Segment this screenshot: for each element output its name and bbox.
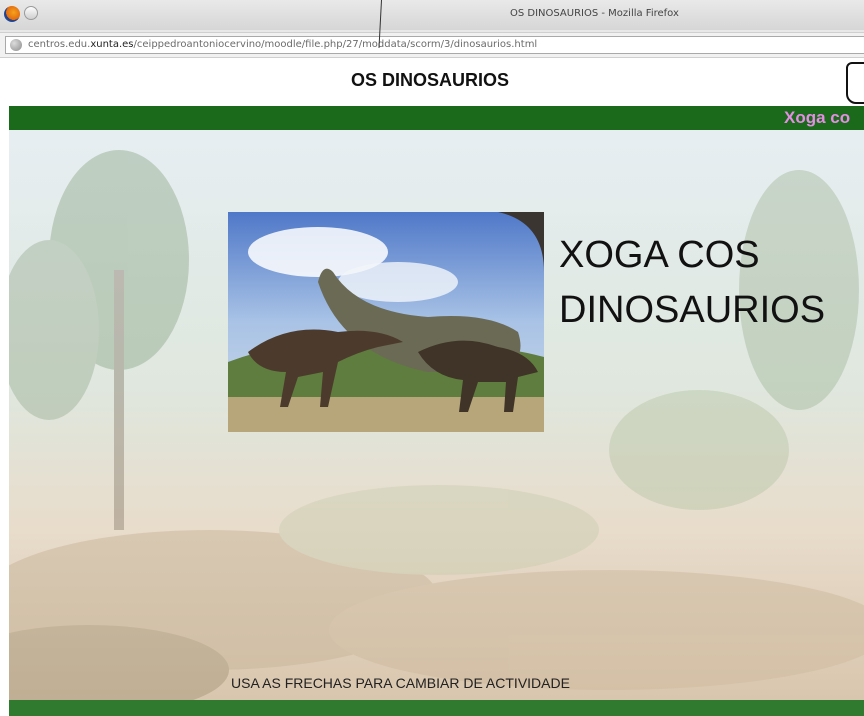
page-header: OS DINOSAURIOS bbox=[0, 58, 864, 104]
window-titlebar: OS DINOSAURIOS - Mozilla Firefox bbox=[0, 0, 864, 30]
firefox-logo-icon[interactable] bbox=[4, 6, 20, 22]
navigation-instruction: USA AS FRECHAS PARA CAMBIAR DE ACTIVIDAD… bbox=[231, 675, 570, 691]
url-text[interactable]: centros.edu.xunta.es/ceippedroantoniocer… bbox=[28, 39, 537, 50]
url-field[interactable]: centros.edu.xunta.es/ceippedroantoniocer… bbox=[5, 36, 864, 54]
dinosaur-image bbox=[228, 212, 544, 432]
game-title: XOGA COS DINOSAURIOS bbox=[559, 228, 825, 338]
bottom-bar bbox=[9, 700, 864, 716]
globe-icon bbox=[10, 39, 22, 51]
window-minimize-button[interactable] bbox=[24, 6, 38, 20]
game-title-line2: DINOSAURIOS bbox=[559, 289, 826, 331]
marquee-bar: Xoga co bbox=[9, 106, 864, 130]
scroll-icon[interactable] bbox=[846, 62, 864, 104]
url-domain: xunta.es bbox=[90, 39, 134, 50]
address-bar: centros.edu.xunta.es/ceippedroantoniocer… bbox=[0, 32, 864, 58]
marquee-text: Xoga co bbox=[784, 108, 851, 127]
page-content: OS DINOSAURIOS Xoga co XOGA COS DINOSAUR… bbox=[0, 58, 864, 716]
activity-stage: XOGA COS DINOSAURIOS USA AS FRECHAS PARA… bbox=[9, 130, 864, 700]
window-title-text: OS DINOSAURIOS - Mozilla Firefox bbox=[510, 8, 679, 19]
game-title-line1: XOGA COS bbox=[559, 234, 760, 276]
page-title: OS DINOSAURIOS bbox=[350, 70, 510, 90]
url-prefix: centros.edu. bbox=[28, 39, 91, 50]
url-path: /ceippedroantoniocervino/moodle/file.php… bbox=[133, 39, 538, 50]
dinosaur-illustration bbox=[228, 212, 544, 432]
